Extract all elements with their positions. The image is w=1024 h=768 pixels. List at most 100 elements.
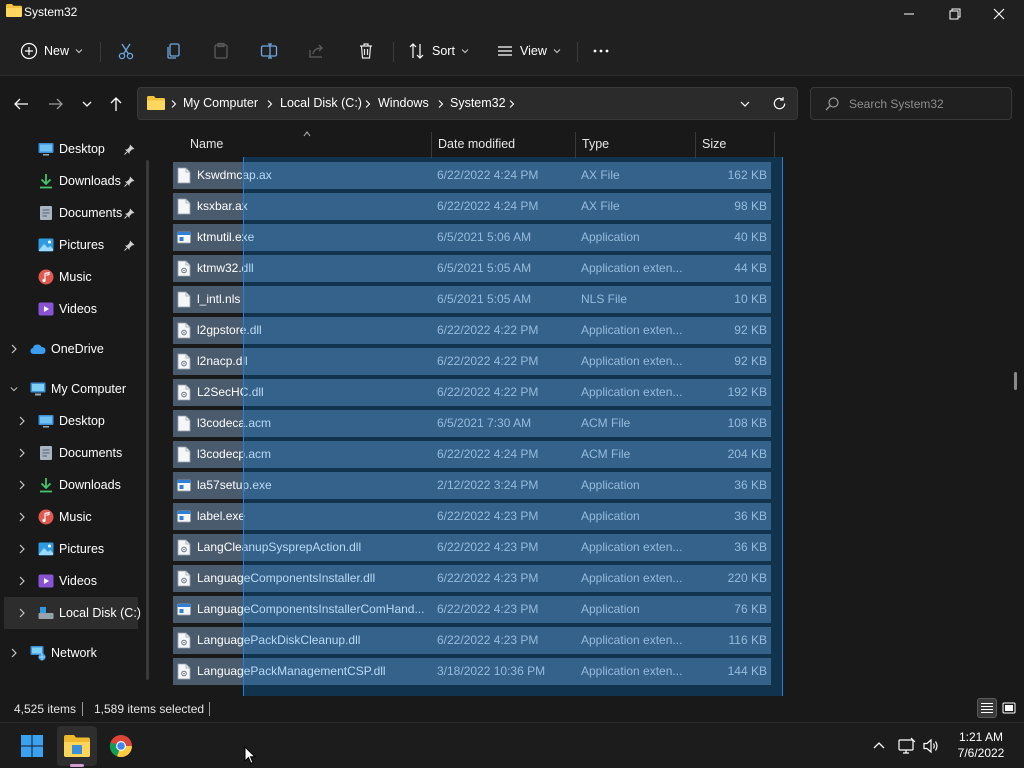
command-bar: New Sort View bbox=[0, 28, 1024, 76]
paste-button[interactable] bbox=[212, 37, 230, 65]
breadcrumb-windows[interactable]: Windows bbox=[378, 96, 429, 110]
nav-quick-pictures[interactable]: Pictures bbox=[0, 229, 152, 261]
nav-computer-music[interactable]: Music bbox=[0, 501, 152, 533]
more-options-button[interactable] bbox=[592, 37, 610, 65]
nav-label: Desktop bbox=[59, 414, 105, 428]
clock-time: 1:21 AM bbox=[958, 730, 1004, 744]
chevron-right-icon[interactable] bbox=[266, 100, 273, 108]
sort-ascending-icon bbox=[303, 131, 311, 137]
column-header-date[interactable]: Date modified bbox=[438, 130, 515, 158]
chevron-right-icon[interactable] bbox=[437, 100, 444, 108]
chevron-right-icon[interactable] bbox=[18, 512, 26, 522]
pin-icon bbox=[124, 208, 135, 219]
chevron-right-icon[interactable] bbox=[18, 544, 26, 554]
nav-quick-downloads[interactable]: Downloads bbox=[0, 165, 152, 197]
address-history-chevron-icon[interactable] bbox=[739, 98, 751, 110]
minimize-button[interactable] bbox=[886, 0, 932, 28]
chevron-right-icon[interactable] bbox=[18, 480, 26, 490]
more-icon bbox=[593, 49, 609, 53]
nav-label: Network bbox=[51, 646, 97, 660]
plus-circle-icon bbox=[20, 42, 38, 60]
close-button[interactable] bbox=[976, 0, 1022, 28]
chevron-right-icon[interactable] bbox=[18, 416, 26, 426]
tiles-view-button[interactable] bbox=[999, 698, 1019, 718]
show-hidden-icons-chevron-icon[interactable] bbox=[870, 737, 888, 755]
start-button[interactable] bbox=[12, 726, 52, 766]
column-divider[interactable] bbox=[431, 132, 432, 158]
address-bar[interactable]: My Computer Local Disk (C:) Windows Syst… bbox=[137, 87, 798, 120]
share-button[interactable] bbox=[308, 37, 326, 65]
address-row: My Computer Local Disk (C:) Windows Syst… bbox=[0, 76, 1024, 130]
copy-button[interactable] bbox=[165, 37, 183, 65]
nav-computer-downloads[interactable]: Downloads bbox=[0, 469, 152, 501]
nav-quick-documents[interactable]: Documents bbox=[0, 197, 152, 229]
nav-my-computer[interactable]: My Computer bbox=[0, 373, 152, 405]
view-button[interactable]: View bbox=[496, 37, 561, 65]
chevron-right-icon[interactable] bbox=[170, 100, 177, 108]
pin-icon bbox=[124, 144, 135, 155]
chevron-right-icon[interactable] bbox=[18, 448, 26, 458]
column-header-size[interactable]: Size bbox=[702, 130, 726, 158]
nav-scrollbar[interactable] bbox=[146, 160, 149, 680]
chevron-right-icon[interactable] bbox=[18, 608, 26, 618]
sort-button[interactable]: Sort bbox=[408, 37, 469, 65]
nav-quick-desktop[interactable]: Desktop bbox=[0, 133, 152, 165]
search-box[interactable] bbox=[810, 87, 1012, 120]
system-clock[interactable]: 1:21 AM 7/6/2022 bbox=[946, 729, 1016, 761]
nav-computer-documents[interactable]: Documents bbox=[0, 437, 152, 469]
forward-arrow-icon[interactable] bbox=[47, 95, 65, 113]
chevron-down-icon bbox=[553, 49, 561, 54]
delete-icon bbox=[360, 43, 372, 59]
rename-button[interactable] bbox=[260, 37, 278, 65]
nav-computer-videos[interactable]: Videos bbox=[0, 565, 152, 597]
taskbar-file-explorer[interactable] bbox=[57, 726, 97, 766]
nav-computer-local-disk[interactable]: Local Disk (C:) bbox=[4, 597, 141, 629]
chevron-right-icon[interactable] bbox=[10, 344, 18, 354]
details-view-button[interactable] bbox=[977, 698, 997, 718]
application-icon bbox=[177, 510, 191, 523]
nav-quick-videos[interactable]: Videos bbox=[0, 293, 152, 325]
column-divider[interactable] bbox=[774, 132, 775, 158]
recent-locations-chevron-icon[interactable] bbox=[78, 95, 96, 113]
chevron-down-icon[interactable] bbox=[10, 384, 18, 394]
paste-icon bbox=[214, 42, 228, 59]
folder-icon bbox=[147, 96, 165, 110]
dll-file-icon bbox=[177, 632, 191, 649]
details-view-icon bbox=[981, 703, 993, 713]
nav-onedrive[interactable]: OneDrive bbox=[0, 333, 152, 365]
nav-network[interactable]: Network bbox=[0, 637, 152, 669]
file-list-scrollbar-thumb[interactable] bbox=[1014, 372, 1017, 390]
breadcrumb-system32[interactable]: System32 bbox=[450, 96, 506, 110]
videos-icon bbox=[38, 302, 54, 316]
breadcrumb-my-computer[interactable]: My Computer bbox=[183, 96, 258, 110]
chevron-right-icon[interactable] bbox=[508, 100, 515, 108]
delete-button[interactable] bbox=[357, 37, 375, 65]
new-button[interactable]: New bbox=[20, 37, 83, 65]
cut-button[interactable] bbox=[117, 37, 135, 65]
nav-computer-pictures[interactable]: Pictures bbox=[0, 533, 152, 565]
up-arrow-icon[interactable] bbox=[107, 95, 125, 113]
file-name: l_intl.nls bbox=[197, 292, 241, 306]
column-header-type[interactable]: Type bbox=[582, 130, 609, 158]
network-status-icon[interactable] bbox=[898, 737, 916, 755]
restore-button[interactable] bbox=[932, 0, 978, 28]
view-icon bbox=[498, 46, 512, 56]
volume-icon[interactable] bbox=[922, 737, 940, 755]
search-input[interactable] bbox=[849, 94, 1004, 114]
divider bbox=[577, 42, 578, 62]
download-icon bbox=[40, 478, 52, 493]
chevron-right-icon[interactable] bbox=[18, 576, 26, 586]
refresh-icon[interactable] bbox=[772, 96, 787, 111]
back-arrow-icon[interactable] bbox=[12, 95, 30, 113]
chevron-right-icon[interactable] bbox=[364, 100, 371, 108]
column-divider[interactable] bbox=[575, 132, 576, 158]
taskbar-chrome[interactable] bbox=[101, 726, 141, 766]
sort-label: Sort bbox=[432, 44, 455, 58]
column-header-name[interactable]: Name bbox=[190, 130, 223, 158]
nav-quick-music[interactable]: Music bbox=[0, 261, 152, 293]
nav-label: Music bbox=[59, 270, 92, 284]
chevron-right-icon[interactable] bbox=[10, 648, 18, 658]
breadcrumb-local-disk[interactable]: Local Disk (C:) bbox=[280, 96, 362, 110]
column-divider[interactable] bbox=[695, 132, 696, 158]
nav-computer-desktop[interactable]: Desktop bbox=[0, 405, 152, 437]
